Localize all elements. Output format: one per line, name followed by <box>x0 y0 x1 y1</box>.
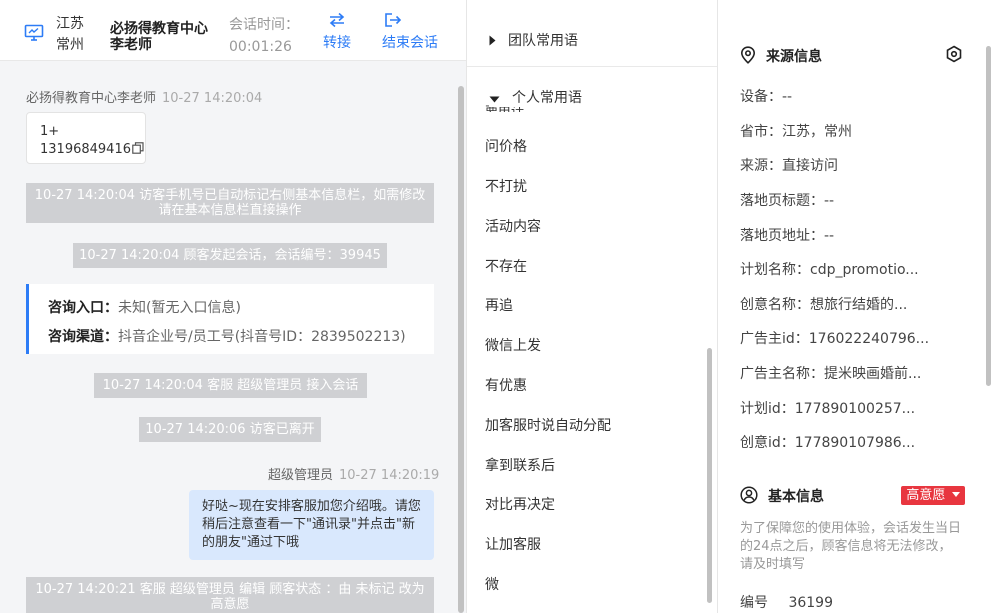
source-info-label: 来源信息 <box>766 49 822 65</box>
phrase-item[interactable]: 让加客服 <box>485 534 541 554</box>
channel-label: 咨询渠道： <box>48 329 118 345</box>
sender-name: 必扬得教育中心李老师 <box>26 91 157 106</box>
divider <box>467 66 717 67</box>
phrase-item[interactable]: 问价格 <box>485 136 527 156</box>
field-plan-name: 计划名称：cdp_promotio... <box>740 262 919 278</box>
phrase-item[interactable]: 不存在 <box>485 256 527 276</box>
field-province-city: 省市：江苏，常州 <box>740 124 852 140</box>
phone-line-1: 1+ <box>40 124 60 139</box>
phrases-scrollbar[interactable] <box>707 348 712 603</box>
phrase-item[interactable]: 有优惠 <box>485 375 527 395</box>
field-id: 编号 36199 <box>740 592 833 612</box>
quick-phrases-panel: 团队常用语 要电话 个人常用语 问价格 不打扰 活动内容 不存在 再追 微信上发… <box>466 0 718 613</box>
message-time: 10-27 14:20:04 <box>162 91 263 106</box>
entry-label: 咨询入口： <box>48 300 118 316</box>
consult-info-card: 咨询入口：未知(暂无入口信息) 咨询渠道：抖音企业号/员工号(抖音号ID：283… <box>26 284 434 354</box>
intent-status-label: 高意愿 <box>906 488 946 503</box>
copy-icon[interactable] <box>132 142 144 160</box>
agent-name: 必扬得教育中心李老师 <box>110 21 208 53</box>
transfer-label: 转接 <box>323 35 351 51</box>
field-landing-url: 落地页地址：-- <box>740 228 835 244</box>
visitor-info-panel: 来源信息 设备：-- 省市：江苏，常州 来源：直接访问 落地页标题：-- 落地页… <box>718 0 1001 613</box>
personal-phrases-label: 个人常用语 <box>512 90 582 106</box>
location-pin-icon <box>740 46 756 64</box>
phrase-item[interactable]: 对比再决定 <box>485 494 555 514</box>
user-icon <box>740 486 758 504</box>
caret-down-icon <box>489 96 500 103</box>
settings-icon[interactable] <box>945 45 963 67</box>
intent-status-dropdown[interactable]: 高意愿 <box>901 486 965 505</box>
phrase-item[interactable]: 微信上发 <box>485 335 541 355</box>
edit-notice: 为了保障您的使用体验，会话发生当日的24点之后，顾客信息将无法修改，请及时填写 <box>740 521 962 572</box>
sender-name: 超级管理员 <box>268 468 334 483</box>
field-creative-name: 创意名称：想旅行结婚的... <box>740 297 908 313</box>
message-sender: 必扬得教育中心李老师 10-27 14:20:04 <box>26 87 262 106</box>
basic-info-label: 基本信息 <box>768 489 824 505</box>
field-plan-id: 计划id：177890100257... <box>740 401 916 417</box>
chat-panel: 江苏 常州 必扬得教育中心李老师 会话时间： 00:01:26 转接 结束会话 … <box>0 0 466 613</box>
phrase-item[interactable]: 活动内容 <box>485 216 541 236</box>
transfer-button[interactable]: 转接 <box>323 12 351 52</box>
agent-message-bubble: 好哒~现在安排客服加您介绍哦。请您稍后注意查看一下"通讯录"并点击"新的朋友"通… <box>189 490 434 560</box>
caret-down-icon <box>951 492 960 497</box>
id-value: 36199 <box>788 595 833 611</box>
phrase-item[interactable]: 再追 <box>485 295 513 315</box>
phrase-item[interactable]: 不打扰 <box>485 176 527 196</box>
entry-value: 未知(暂无入口信息) <box>118 300 241 316</box>
caret-right-icon <box>489 35 496 46</box>
id-label: 编号 <box>740 595 768 611</box>
message-time: 10-27 14:20:19 <box>339 468 440 483</box>
field-creative-id: 创意id：177890107986... <box>740 435 916 451</box>
phrase-item[interactable]: 拿到联系后 <box>485 455 555 475</box>
field-advertiser-name: 广告主名称：提米映画婚前... <box>740 366 922 382</box>
system-message: 10-27 14:20:06 访客已离开 <box>139 417 321 442</box>
phone-number: 13196849416 <box>40 142 131 157</box>
region-city: 常州 <box>56 37 84 53</box>
personal-phrases-toggle[interactable]: 个人常用语 <box>489 87 582 107</box>
field-landing-title: 落地页标题：-- <box>740 193 835 209</box>
consult-channel: 咨询渠道：抖音企业号/员工号(抖音号ID：2839502213) <box>48 323 434 352</box>
team-phrases-toggle[interactable]: 团队常用语 <box>489 30 578 50</box>
basic-info-title: 基本信息 <box>740 486 824 506</box>
monitor-icon <box>24 24 44 44</box>
field-device: 设备：-- <box>740 89 793 105</box>
message-sender: 超级管理员 10-27 14:20:19 <box>268 464 439 483</box>
field-source: 来源：直接访问 <box>740 158 838 174</box>
visitor-region: 江苏 常州 <box>56 14 84 56</box>
phrase-item[interactable]: 加客服时说自动分配 <box>485 415 611 435</box>
channel-value: 抖音企业号/员工号(抖音号ID：2839502213) <box>118 329 406 345</box>
transfer-icon <box>329 12 345 28</box>
timer-label: 会话时间： <box>229 17 299 33</box>
source-info-title: 来源信息 <box>740 46 822 66</box>
info-scrollbar[interactable] <box>986 46 991 386</box>
system-message: 10-27 14:20:04 客服 超级管理员 接入会话 <box>94 373 367 398</box>
consult-entry: 咨询入口：未知(暂无入口信息) <box>48 294 434 323</box>
phrase-item[interactable]: 微 <box>485 574 499 594</box>
message-list[interactable]: 必扬得教育中心李老师 10-27 14:20:04 1+ 13196849416 … <box>0 60 458 613</box>
field-advertiser-id: 广告主id：176022240796... <box>740 331 930 347</box>
system-message: 10-27 14:20:21 客服 超级管理员 编辑 顾客状态 ：由 未标记 改… <box>26 577 434 613</box>
end-session-button[interactable]: 结束会话 <box>382 12 438 52</box>
team-phrases-label: 团队常用语 <box>508 33 578 49</box>
phone-message: 1+ 13196849416 <box>26 112 146 164</box>
timer-value: 00:01:26 <box>229 39 292 55</box>
chat-scrollbar[interactable] <box>458 86 464 613</box>
session-timer: 会话时间： 00:01:26 <box>229 14 299 58</box>
end-session-label: 结束会话 <box>382 35 438 51</box>
system-message: 10-27 14:20:04 访客手机号已自动标记右侧基本信息栏，如需修改请在基… <box>26 183 434 223</box>
system-message: 10-27 14:20:04 顾客发起会话，会话编号：39945 <box>73 243 387 268</box>
phone-line-2: 13196849416 <box>40 141 145 160</box>
chat-header: 江苏 常州 必扬得教育中心李老师 会话时间： 00:01:26 转接 结束会话 <box>0 0 466 61</box>
region-province: 江苏 <box>56 16 84 32</box>
exit-icon <box>385 13 402 27</box>
